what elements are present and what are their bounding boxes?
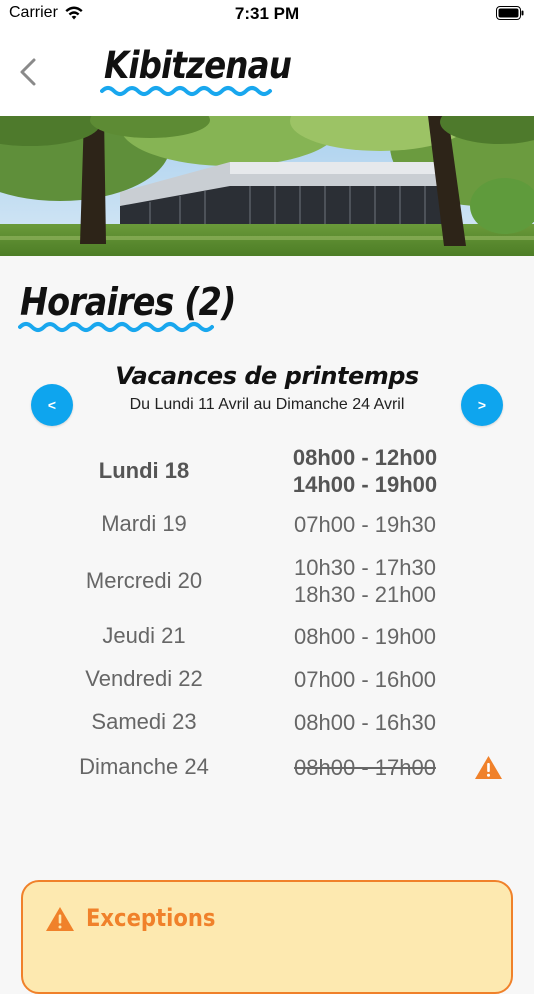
exceptions-title: Exceptions: [86, 904, 216, 932]
time-range: 08h00 - 17h00: [294, 755, 436, 780]
hours-list: 10h30 - 17h30 18h30 - 21h00: [265, 554, 465, 608]
hours-list: 08h00 - 16h30: [265, 709, 465, 736]
hours-list-cancelled: 08h00 - 17h00: [265, 754, 465, 781]
day-label: Dimanche 24: [79, 754, 209, 779]
hero-image: [0, 116, 534, 256]
day-label: Lundi 18: [98, 458, 190, 483]
warning-triangle-icon: [45, 906, 75, 937]
time-range: 18h30 - 21h00: [294, 582, 436, 607]
warning-triangle-icon[interactable]: [474, 755, 503, 785]
app-logo: Kibitzenau: [100, 44, 292, 106]
day-label: Vendredi 22: [85, 666, 203, 691]
period-date-range: Du Lundi 11 Avril au Dimanche 24 Avril: [129, 396, 405, 413]
time-range: 08h00 - 12h00: [292, 445, 438, 470]
hours-list: 08h00 - 19h00: [265, 623, 465, 650]
day-label: Mercredi 20: [85, 568, 203, 593]
hours-list: 08h00 - 12h00 14h00 - 19h00: [265, 444, 465, 498]
day-label: Mardi 19: [101, 511, 187, 536]
clock: 7:31 PM: [234, 4, 300, 23]
time-range: 08h00 - 16h30: [294, 710, 436, 735]
hours-list: 07h00 - 16h00: [265, 666, 465, 693]
day-label: Samedi 23: [91, 709, 197, 734]
next-period-button[interactable]: >: [461, 384, 503, 426]
chevron-left-icon: [20, 58, 36, 86]
hours-list: 07h00 - 19h30: [265, 511, 465, 538]
exceptions-panel: Exceptions: [21, 880, 513, 994]
time-range: 08h00 - 19h00: [294, 624, 436, 649]
time-range: 10h30 - 17h30: [294, 555, 436, 580]
day-label: Jeudi 21: [102, 623, 186, 648]
time-range: 07h00 - 16h00: [294, 667, 436, 692]
battery-icon: [496, 6, 524, 20]
period-name: Vacances de printemps: [115, 362, 419, 390]
time-range: 14h00 - 19h00: [292, 472, 438, 497]
section-title: Horaires (2): [18, 280, 280, 344]
nav-bar: Kibitzenau: [0, 28, 534, 116]
logo-text: Kibitzenau: [104, 44, 292, 87]
page-title: Horaires (2): [20, 280, 236, 324]
time-range: 07h00 - 19h30: [294, 512, 436, 537]
wave-decoration: [100, 86, 272, 96]
status-bar: Carrier 7:31 PM: [0, 0, 534, 28]
wave-decoration: [18, 322, 214, 332]
back-button[interactable]: [16, 56, 44, 88]
